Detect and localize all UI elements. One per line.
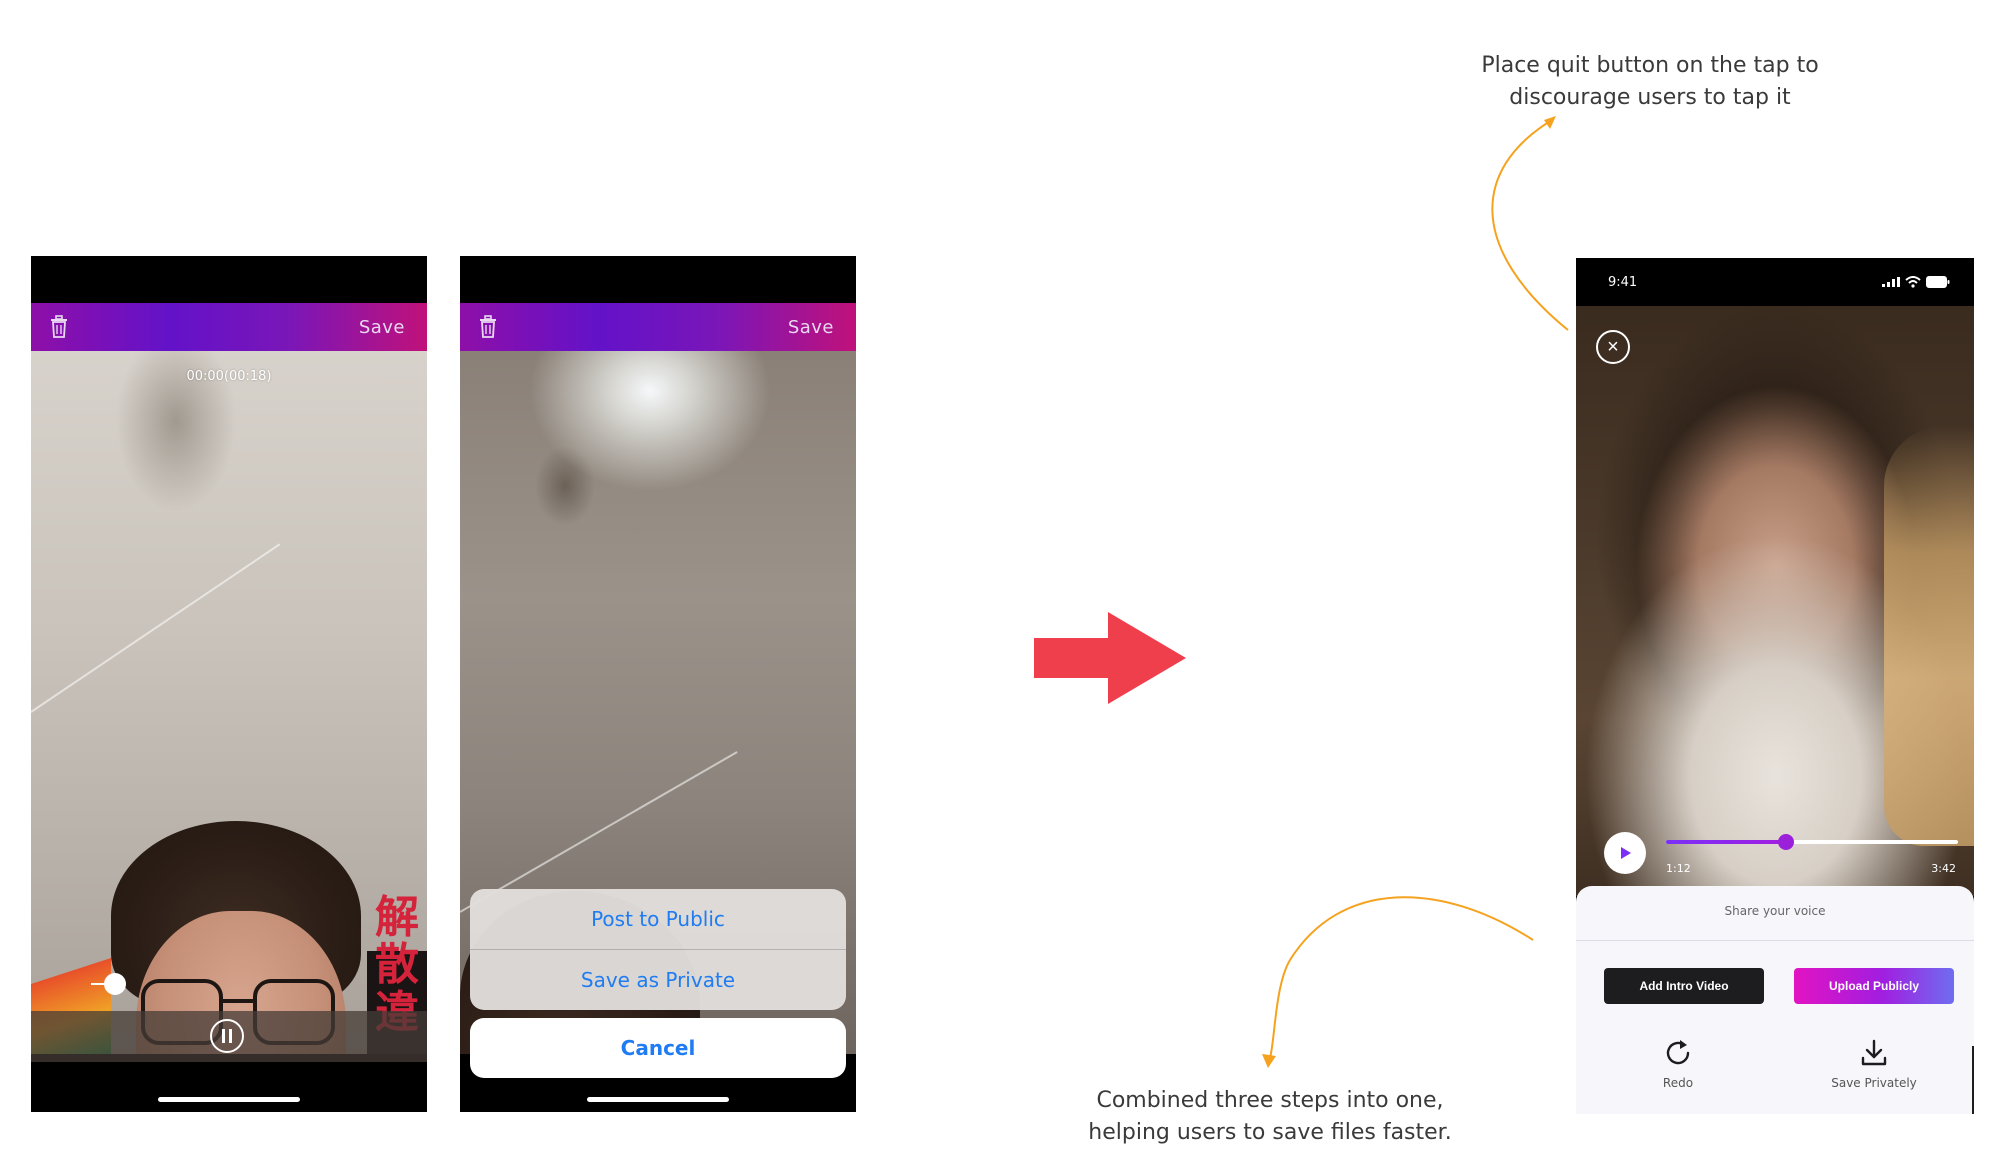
recording-timer: 00:00(00:18) (186, 369, 272, 384)
battery-icon (1926, 276, 1950, 288)
arrow-head-icon (1544, 116, 1556, 129)
old-recording-screen: Save 00:00(00:18) 解 散 違 (31, 256, 427, 1112)
play-icon[interactable] (1604, 832, 1646, 874)
save-button[interactable]: Save (359, 317, 405, 338)
annotation-arrow-bottom (1269, 896, 1534, 1059)
share-panel: Share your voice Add Intro Video Upload … (1576, 886, 1974, 1114)
transition-arrow (1034, 612, 1186, 704)
camera-preview: 00:00(00:18) 解 散 違 (31, 351, 427, 1054)
status-bar: 9:41 (1576, 258, 1974, 306)
cancel-button[interactable]: Cancel (470, 1018, 846, 1078)
post-to-public-button[interactable]: Post to Public (470, 889, 846, 949)
close-icon[interactable]: × (1596, 330, 1630, 364)
home-indicator (587, 1097, 729, 1102)
annotation-quit-button: Place quit button on the tap to discoura… (1400, 50, 1900, 114)
home-indicator (158, 1097, 300, 1102)
save-privately-button[interactable]: Save Privately (1814, 1036, 1934, 1090)
wifi-icon (1905, 276, 1921, 288)
elapsed-time: 1:12 (1666, 862, 1691, 875)
poster-glyph: 解 (375, 892, 419, 943)
download-icon (1814, 1036, 1934, 1070)
progress-fill (1666, 840, 1786, 844)
glasses-bridge (221, 999, 255, 1003)
divider (1576, 940, 1974, 941)
signal-icon (1882, 277, 1900, 287)
action-sheet: Post to Public Save as Private (470, 889, 846, 1010)
redo-icon (1618, 1036, 1738, 1070)
old-action-sheet-screen: Save Post to Public Save as Private Canc… (460, 256, 856, 1112)
person-hair (1884, 426, 1974, 846)
save-privately-label: Save Privately (1831, 1076, 1917, 1090)
save-as-private-button[interactable]: Save as Private (470, 950, 846, 1010)
scrub-handle[interactable] (104, 973, 126, 995)
trash-icon[interactable] (45, 313, 73, 341)
progress-knob[interactable] (1777, 834, 1794, 850)
redo-button[interactable]: Redo (1618, 1036, 1738, 1090)
status-time: 9:41 (1608, 274, 1638, 290)
recording-toolbar: Save (31, 303, 427, 351)
trash-icon[interactable] (474, 313, 502, 341)
poster-glyph: 散 (375, 939, 419, 990)
annotation-text: Place quit button on the tap to (1481, 53, 1819, 78)
video-preview (1576, 306, 1974, 896)
recording-toolbar: Save (460, 303, 856, 351)
ceiling-edge (31, 543, 281, 713)
arrow-head-icon (1262, 1054, 1276, 1068)
annotation-text: helping users to save files faster. (1088, 1120, 1452, 1145)
share-title: Share your voice (1724, 904, 1826, 918)
panel-edge (1972, 1046, 1974, 1114)
status-icons (1882, 276, 1950, 288)
annotation-text: Combined three steps into one, (1096, 1088, 1444, 1113)
annotation-arrow-top (1491, 119, 1569, 331)
annotation-combined-steps: Combined three steps into one, helping u… (1030, 1085, 1510, 1149)
progress-slider[interactable] (1666, 834, 1958, 850)
annotation-text: discourage users to tap it (1509, 85, 1791, 110)
pause-icon[interactable] (210, 1019, 244, 1053)
new-design-screen: 9:41 × 1:12 3:42 Share your voice Add In… (1576, 258, 1974, 1114)
total-duration: 3:42 (1931, 862, 1956, 875)
save-button[interactable]: Save (788, 317, 834, 338)
upload-publicly-button[interactable]: Upload Publicly (1794, 968, 1954, 1004)
add-intro-video-button[interactable]: Add Intro Video (1604, 968, 1764, 1004)
redo-label: Redo (1662, 1076, 1694, 1090)
